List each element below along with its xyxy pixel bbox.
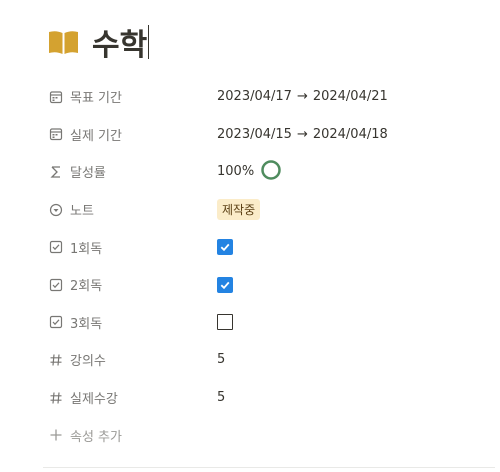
- unchecked-checkbox[interactable]: [217, 314, 233, 331]
- property-label[interactable]: 실제 기간: [49, 125, 122, 144]
- property-list: 목표 기간 2023/04/17 → 2024/04/21 실제 기간 2023…: [43, 78, 500, 454]
- checked-checkbox[interactable]: [217, 239, 233, 256]
- checkbox-icon: [49, 240, 63, 254]
- property-label[interactable]: 목표 기간: [49, 87, 122, 106]
- date-range-value[interactable]: 2023/04/15 → 2024/04/18: [217, 127, 388, 142]
- property-name: 실제 기간: [70, 128, 122, 144]
- add-property-button[interactable]: 속성 추가: [43, 416, 500, 454]
- property-lectures[interactable]: 강의수 5: [43, 341, 500, 379]
- end-date: 2024/04/18: [312, 126, 388, 142]
- checkbox-icon: [49, 315, 63, 329]
- property-achievement[interactable]: 달성률 100%: [43, 153, 500, 191]
- formula-value[interactable]: 100%: [217, 159, 282, 185]
- property-name: 강의수: [70, 354, 106, 370]
- lectures-count: 5: [217, 352, 226, 368]
- text-cursor: [148, 25, 150, 59]
- property-label[interactable]: 노트: [49, 200, 94, 219]
- number-value[interactable]: 5: [217, 390, 225, 405]
- actual-lectures-count: 5: [217, 390, 226, 406]
- property-label[interactable]: 강의수: [49, 350, 106, 369]
- property-label[interactable]: 1회독: [49, 238, 102, 257]
- add-property-label[interactable]: 속성 추가: [49, 426, 122, 445]
- property-name: 실제수강: [70, 392, 118, 408]
- checked-checkbox[interactable]: [217, 276, 233, 293]
- calendar-icon: [49, 90, 63, 104]
- status-icon: [49, 203, 63, 217]
- property-label[interactable]: 실제수강: [49, 388, 118, 407]
- checkbox-value[interactable]: [217, 314, 233, 331]
- property-name: 3회독: [70, 316, 103, 332]
- status-value[interactable]: 제작중: [217, 199, 261, 221]
- property-name: 1회독: [70, 241, 103, 257]
- progress-ring-icon: [260, 159, 282, 185]
- property-actual-period[interactable]: 실제 기간 2023/04/15 → 2024/04/18: [43, 116, 500, 154]
- property-read3[interactable]: 3회독: [43, 304, 500, 342]
- arrow-icon: →: [296, 89, 308, 105]
- plus-icon: [49, 428, 63, 442]
- date-range-value[interactable]: 2023/04/17 → 2024/04/21: [217, 89, 388, 104]
- sigma-icon: [49, 165, 63, 179]
- start-date: 2023/04/17: [217, 89, 292, 105]
- add-property-text: 속성 추가: [70, 429, 122, 445]
- property-read1[interactable]: 1회독: [43, 228, 500, 266]
- property-name: 노트: [70, 204, 94, 220]
- divider: [43, 467, 495, 468]
- property-label[interactable]: 3회독: [49, 313, 102, 332]
- page-header: 수학: [48, 20, 150, 64]
- status-tag[interactable]: 제작중: [217, 199, 261, 221]
- property-name: 목표 기간: [70, 91, 122, 107]
- hash-icon: [49, 353, 63, 367]
- property-target-period[interactable]: 목표 기간 2023/04/17 → 2024/04/21: [43, 78, 500, 116]
- start-date: 2023/04/15: [217, 126, 292, 142]
- property-note[interactable]: 노트 제작중: [43, 191, 500, 229]
- achievement-percent: 100%: [217, 164, 255, 180]
- hash-icon: [49, 391, 63, 405]
- end-date: 2024/04/21: [312, 89, 388, 105]
- checkbox-icon: [49, 278, 63, 292]
- arrow-icon: →: [296, 126, 308, 142]
- property-actual-lectures[interactable]: 실제수강 5: [43, 379, 500, 417]
- number-value[interactable]: 5: [217, 352, 225, 367]
- property-label[interactable]: 2회독: [49, 275, 102, 294]
- open-book-icon[interactable]: [48, 29, 79, 55]
- property-read2[interactable]: 2회독: [43, 266, 500, 304]
- property-name: 달성률: [70, 166, 106, 182]
- calendar-icon: [49, 127, 63, 141]
- page-title[interactable]: 수학: [92, 20, 147, 64]
- checkbox-value[interactable]: [217, 276, 233, 293]
- checkbox-value[interactable]: [217, 239, 233, 256]
- property-name: 2회독: [70, 279, 103, 295]
- property-label[interactable]: 달성률: [49, 162, 106, 181]
